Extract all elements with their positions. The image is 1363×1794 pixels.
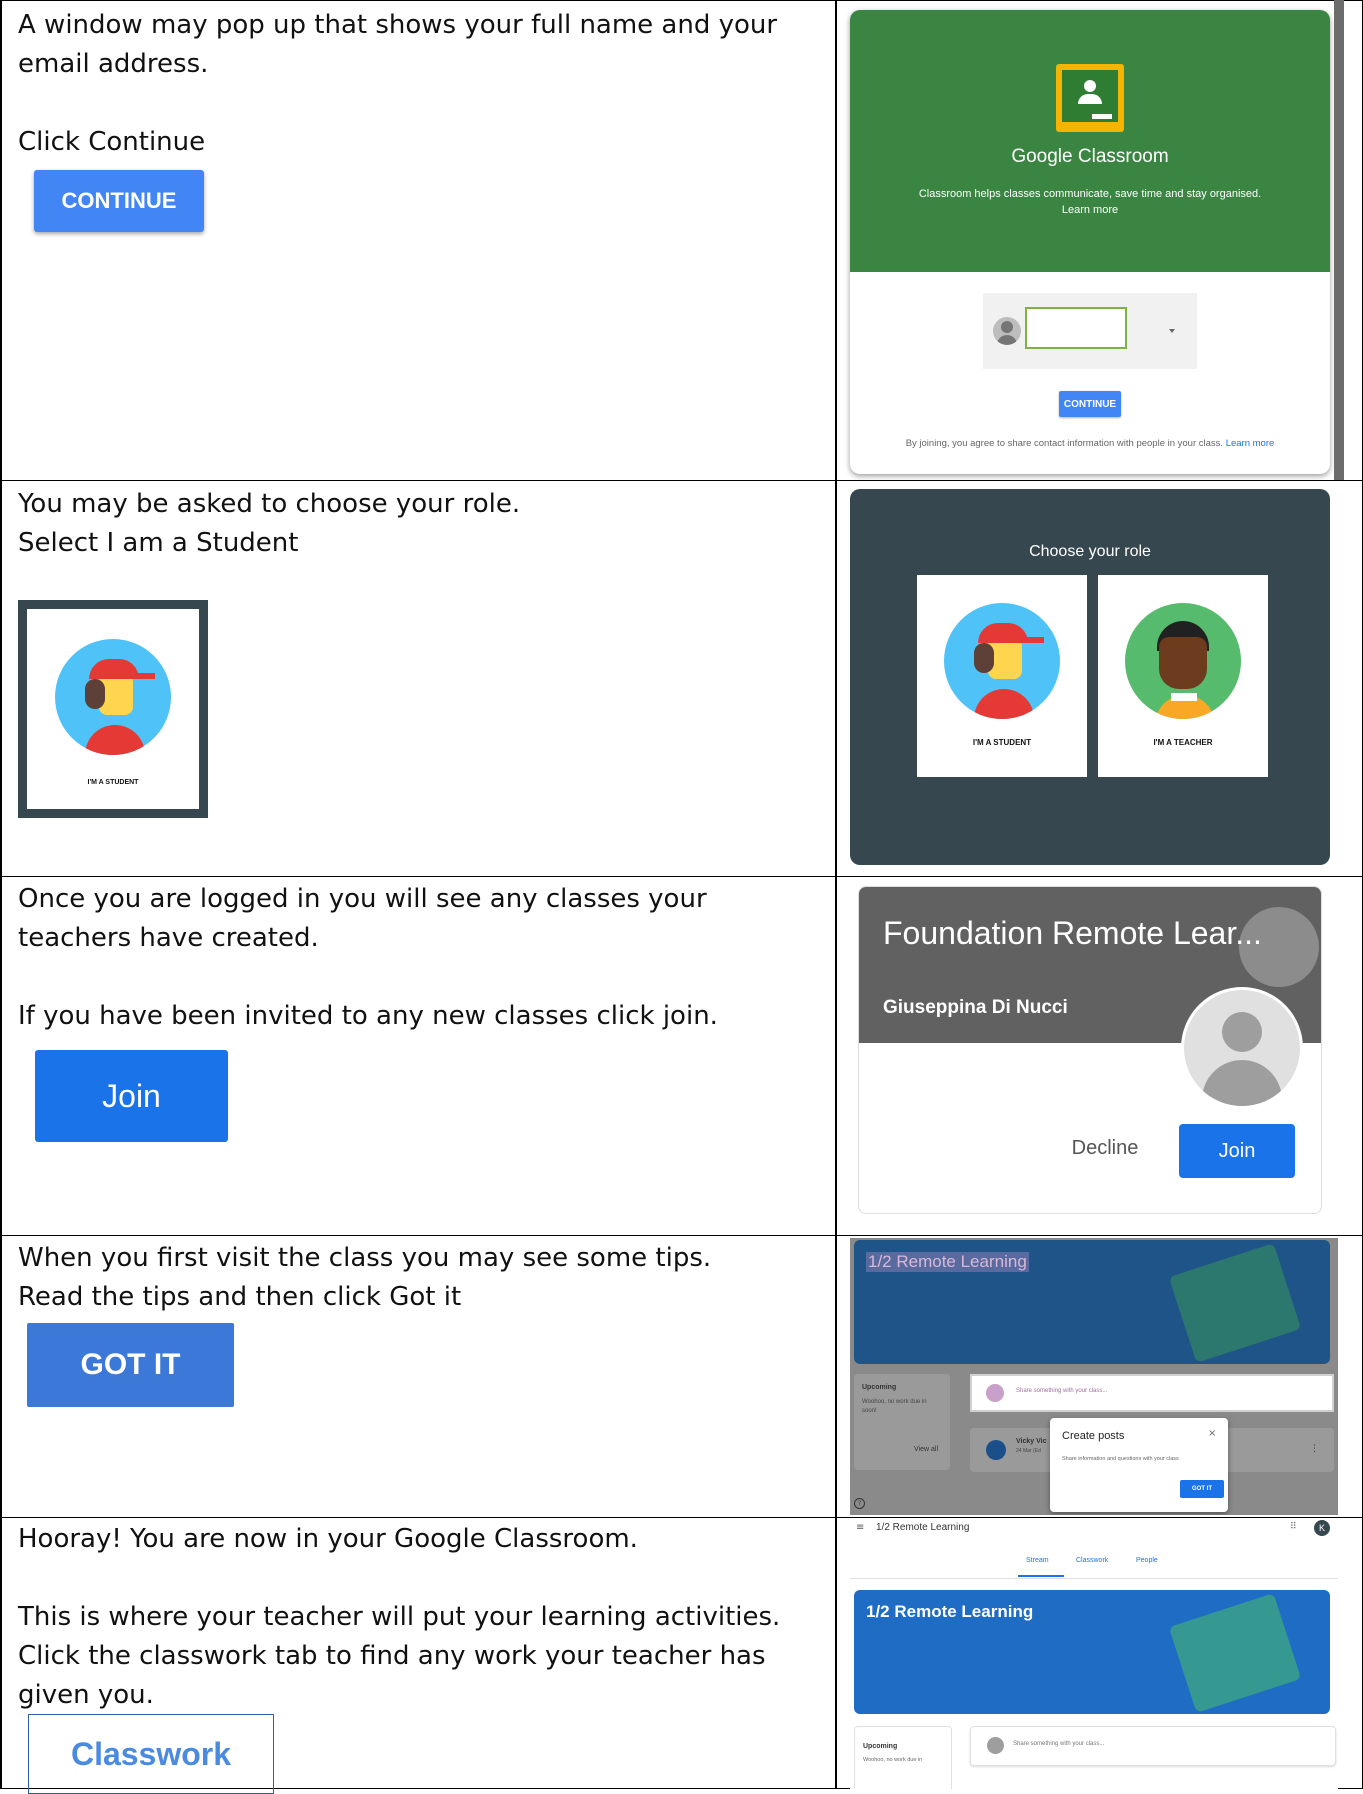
tab-stream[interactable]: Stream xyxy=(1026,1557,1049,1564)
upcoming-note: Woohoo, no work due in soon! xyxy=(862,1399,927,1414)
row1-line-3: Click Continue xyxy=(18,127,206,157)
continue-button-label: CONTINUE xyxy=(1063,398,1117,410)
assignment-icon xyxy=(986,1440,1006,1460)
tips-banner-title: 1/2 Remote Learning xyxy=(866,1252,1029,1272)
screenshot-class-invite: Foundation Remote Lear... Giuseppina Di … xyxy=(858,886,1322,1214)
row5-line-3: This is where your teacher will put your… xyxy=(18,1602,781,1710)
teacher-role-card[interactable]: I'M A TEACHER xyxy=(1098,575,1268,777)
share-avatar-icon xyxy=(986,1384,1004,1402)
app-tagline: Classroom helps classes communicate, sav… xyxy=(918,188,1262,216)
teacher-role-label: I'M A TEACHER xyxy=(1153,738,1213,747)
topbar-divider xyxy=(850,1578,1338,1579)
share-card-placeholder: Share something with your class... xyxy=(1013,1741,1105,1747)
got-it-button-sample[interactable]: GOT IT xyxy=(27,1323,234,1407)
screenshot-tips: 1/2 Remote Learning Upcoming Woohoo, no … xyxy=(850,1238,1338,1515)
poster-name: Vicky Vic xyxy=(1016,1438,1047,1445)
dialog-header xyxy=(850,10,1330,272)
row2-line-1: You may be asked to choose your role. xyxy=(18,489,521,519)
student-avatar-icon xyxy=(55,639,171,755)
join-button[interactable]: Join xyxy=(1179,1124,1295,1178)
share-card[interactable]: Share something with your class... xyxy=(970,1726,1336,1766)
row3-text: Once you are logged in you will see any … xyxy=(18,880,818,1036)
student-card-sample[interactable]: I'M A STUDENT xyxy=(18,600,208,818)
upcoming-panel: Upcoming Woohoo, no work due in soon! Vi… xyxy=(854,1374,950,1470)
poster-date: 24 Mar (Ed xyxy=(1016,1448,1041,1454)
topbar-title: 1/2 Remote Learning xyxy=(876,1522,970,1533)
class-title: Foundation Remote Lear... xyxy=(883,915,1262,951)
account-selector[interactable] xyxy=(983,293,1197,369)
tab-classwork[interactable]: Classwork xyxy=(1076,1557,1108,1564)
app-name: Google Classroom xyxy=(1011,146,1169,167)
row3-line-2 xyxy=(18,958,818,997)
student-role-card[interactable]: I'M A STUDENT xyxy=(917,575,1087,777)
share-box[interactable]: Share something with your class... xyxy=(970,1374,1334,1412)
row1-text: A window may pop up that shows your full… xyxy=(18,6,818,162)
popup-text: Share information and questions with you… xyxy=(1062,1456,1179,1462)
row4-line-2: Read the tips and then click Got it xyxy=(18,1282,462,1312)
row1-line-1: A window may pop up that shows your full… xyxy=(18,10,778,79)
share-card-avatar-icon xyxy=(987,1737,1004,1754)
got-it-button-sample-label: GOT IT xyxy=(80,1348,181,1381)
upcoming-card: Upcoming Woohoo, no work due in xyxy=(854,1726,952,1789)
account-name-box xyxy=(1025,307,1127,349)
upcoming-label: Upcoming xyxy=(862,1384,897,1391)
row3-line-3: If you have been invited to any new clas… xyxy=(18,1001,718,1031)
more-icon[interactable]: ⋮ xyxy=(1310,1444,1319,1454)
student-role-label: I'M A STUDENT xyxy=(972,738,1032,747)
continue-button[interactable]: CONTINUE xyxy=(1059,391,1121,417)
tab-people[interactable]: People xyxy=(1136,1557,1158,1564)
create-posts-popup: Create posts × Share information and que… xyxy=(1050,1418,1228,1512)
dialog-footer: By joining, you agree to share contact i… xyxy=(850,438,1330,449)
student-card-label: I'M A STUDENT xyxy=(87,779,139,786)
account-avatar[interactable]: K xyxy=(1314,1520,1330,1536)
share-placeholder: Share something with your class... xyxy=(1016,1388,1108,1394)
join-button-sample[interactable]: Join xyxy=(35,1050,228,1142)
row2-line-2: Select I am a Student xyxy=(18,528,299,558)
upcoming-card-label: Upcoming xyxy=(863,1743,898,1750)
student-role-icon xyxy=(944,603,1060,719)
row5-line-1: Hooray! You are now in your Google Class… xyxy=(18,1524,638,1554)
menu-icon[interactable]: ≡ xyxy=(856,1522,864,1533)
tab-stream-underline xyxy=(1018,1575,1064,1577)
classwork-tab-sample-label: Classwork xyxy=(70,1735,232,1772)
row4-line-1: When you first visit the class you may s… xyxy=(18,1243,712,1273)
role-heading: Choose your role xyxy=(1029,543,1151,560)
apps-grid-icon[interactable]: ⠿ xyxy=(1290,1522,1297,1532)
continue-button-sample-label: CONTINUE xyxy=(61,188,177,213)
row3-line-1: Once you are logged in you will see any … xyxy=(18,884,707,953)
row5-text: Hooray! You are now in your Google Class… xyxy=(18,1520,818,1715)
close-icon[interactable]: × xyxy=(1208,1428,1216,1439)
account-avatar-icon xyxy=(993,317,1021,345)
teacher-avatar-icon xyxy=(1181,987,1303,1109)
popup-got-it-label: GOT IT xyxy=(1192,1486,1212,1492)
class-teacher: Giuseppina Di Nucci xyxy=(883,997,1068,1018)
popup-title: Create posts xyxy=(1062,1430,1125,1442)
decline-button[interactable]: Decline xyxy=(1055,1137,1155,1160)
upcoming-card-note: Woohoo, no work due in xyxy=(863,1757,923,1763)
view-all-link[interactable]: View all xyxy=(914,1446,938,1453)
row1-line-2 xyxy=(18,84,818,123)
teacher-role-icon xyxy=(1125,603,1241,719)
learn-more-link[interactable]: Learn more xyxy=(1226,438,1275,449)
row4-text: When you first visit the class you may s… xyxy=(18,1239,818,1317)
join-button-label: Join xyxy=(1218,1139,1256,1162)
screenshot-join-dialog: Google Classroom Classroom helps classes… xyxy=(850,10,1330,474)
shadow-edge xyxy=(1334,0,1344,480)
join-button-sample-label: Join xyxy=(102,1077,161,1114)
row2-text: You may be asked to choose your role. Se… xyxy=(18,485,818,563)
footer-text: By joining, you agree to share contact i… xyxy=(905,438,1224,449)
popup-got-it-button[interactable]: GOT IT xyxy=(1180,1480,1224,1498)
row5-line-2 xyxy=(18,1559,818,1598)
screenshot-choose-role: Choose your role I'M A STUDENT I'M A TEA… xyxy=(850,489,1330,865)
continue-button-sample[interactable]: CONTINUE xyxy=(34,170,204,232)
screenshot-classroom: ≡ 1/2 Remote Learning ⠿ K Stream Classwo… xyxy=(850,1518,1338,1789)
chevron-down-icon[interactable] xyxy=(1169,329,1175,333)
help-icon[interactable]: ? xyxy=(854,1498,865,1509)
classroom-logo-icon xyxy=(1056,64,1124,132)
classwork-tab-sample[interactable]: Classwork xyxy=(28,1714,274,1794)
class-banner-title: 1/2 Remote Learning xyxy=(866,1602,1034,1621)
